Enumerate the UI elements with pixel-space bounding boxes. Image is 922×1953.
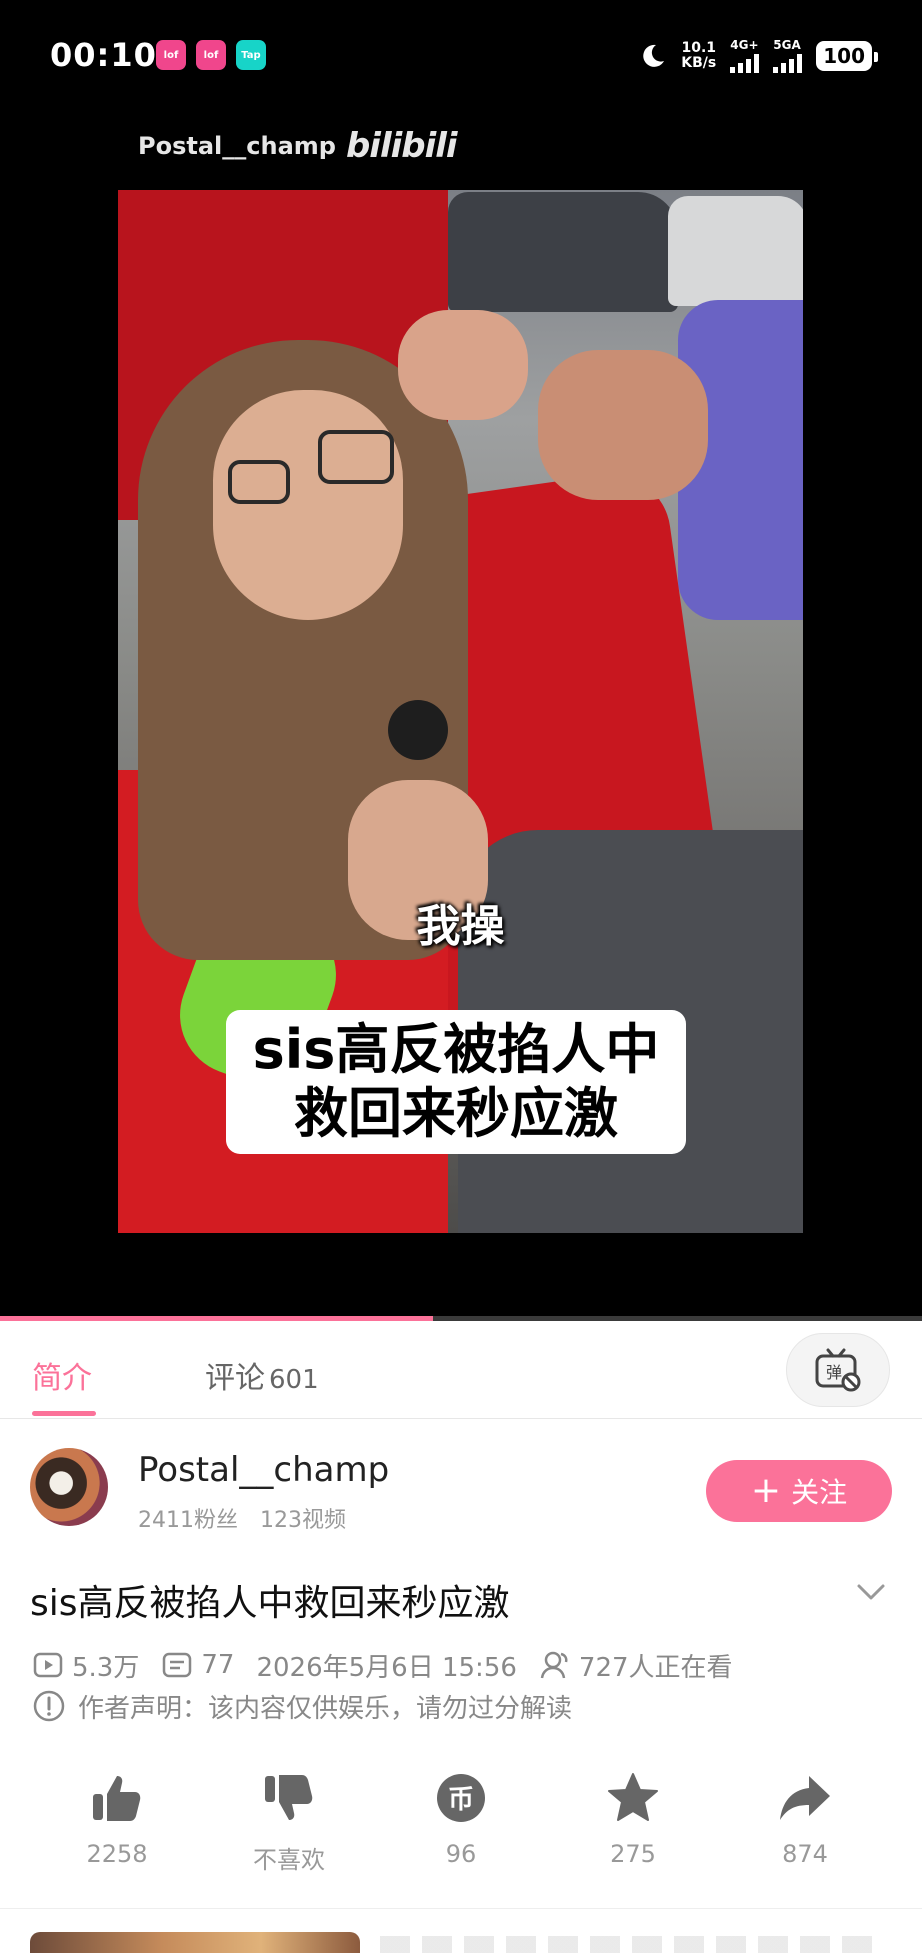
danmaku-toggle-button[interactable]: 弹 — [786, 1333, 890, 1407]
declaration-text: 作者声明：该内容仅供娱乐，请勿过分解读 — [78, 1693, 573, 1724]
lofter-app-icon: lof — [156, 40, 186, 70]
signal-4g: 4G+ — [730, 38, 760, 73]
favorite-button[interactable]: 275 — [563, 1770, 703, 1868]
tab-intro[interactable]: 简介 — [32, 1353, 92, 1397]
thumbs-down-icon — [265, 1775, 313, 1820]
lofter-app-icon: lof — [196, 40, 226, 70]
bilibili-logo: bilibili — [345, 126, 458, 166]
caption-line: 救回来秒应激 — [294, 1082, 618, 1145]
video-watermark: Postal__champ bilibili — [138, 126, 458, 166]
section-divider — [0, 1908, 922, 1909]
tab-comments-label: 评论 — [205, 1361, 265, 1396]
detail-tabs: 简介 评论 601 弹 — [0, 1321, 922, 1419]
danmaku-toggle-icon: 弹 — [815, 1348, 861, 1392]
danmaku-count-icon — [163, 1652, 192, 1678]
signal-5ga: 5GA — [773, 38, 803, 73]
uploader-name[interactable]: Postal__champ — [138, 1450, 389, 1490]
share-arrow-icon — [780, 1776, 830, 1820]
video-subtitle: 我操 — [416, 901, 505, 952]
signal-5ga-label: 5GA — [773, 38, 801, 52]
related-video-thumbnail[interactable] — [30, 1932, 360, 1953]
video-title: sis高反被掐人中救回来秒应激 — [30, 1583, 510, 1624]
plus-icon: + — [750, 1470, 782, 1511]
dislike-label: 不喜欢 — [253, 1846, 325, 1874]
signal-bars-icon — [730, 53, 760, 73]
signal-4g-label: 4G+ — [730, 38, 759, 52]
share-count: 874 — [782, 1840, 828, 1868]
battery-icon: 100 — [816, 41, 878, 71]
net-speed: 10.1 KB/s — [681, 41, 716, 71]
thumbs-up-icon — [93, 1776, 141, 1821]
publish-date: 2026年5月6日 15:56 — [256, 1652, 517, 1683]
svg-text:弹: 弹 — [826, 1363, 842, 1382]
uploader-card: Postal__champ 2411粉丝 123视频 + 关注 — [0, 1420, 922, 1540]
info-exclamation-icon — [33, 1690, 65, 1722]
uploader-video-count: 123视频 — [260, 1508, 346, 1533]
share-button[interactable]: 874 — [735, 1770, 875, 1868]
dislike-button[interactable]: 不喜欢 — [219, 1770, 359, 1875]
tap-app-icon: Tap — [236, 40, 266, 70]
status-time: 00:10 — [50, 36, 157, 74]
play-count-icon — [33, 1652, 63, 1678]
related-video-title[interactable] — [380, 1936, 880, 1953]
net-speed-unit: KB/s — [681, 55, 717, 71]
status-indicators: 10.1 KB/s 4G+ 5GA 100 — [637, 34, 878, 78]
signal-bars-icon — [773, 53, 803, 73]
like-count: 2258 — [86, 1840, 148, 1868]
coin-button[interactable]: 币 96 — [391, 1770, 531, 1868]
moon-icon — [643, 44, 665, 67]
video-meta: 5.3万 77 2026年5月6日 15:56 727人正在看 — [32, 1648, 733, 1683]
uploader-avatar[interactable] — [30, 1448, 108, 1526]
uploader-fans: 2411粉丝 — [138, 1508, 238, 1533]
video-caption-box: sis高反被掐人中 救回来秒应激 — [226, 1010, 686, 1154]
tab-active-indicator — [32, 1411, 96, 1416]
author-declaration: 作者声明：该内容仅供娱乐，请勿过分解读 — [32, 1688, 572, 1724]
caption-line: sis高反被掐人中 — [252, 1018, 660, 1081]
watching-people-icon — [540, 1651, 568, 1679]
status-bar: 00:10 lof lof Tap 10.1 KB/s 4G+ 5GA 100 — [0, 28, 922, 84]
view-count: 5.3万 — [72, 1652, 140, 1683]
follow-button[interactable]: + 关注 — [706, 1460, 892, 1522]
watching-count: 727人正在看 — [578, 1652, 733, 1683]
follow-label: 关注 — [791, 1476, 848, 1509]
coin-icon: 币 — [437, 1774, 485, 1822]
comments-count: 601 — [269, 1365, 319, 1395]
coin-count: 96 — [445, 1840, 477, 1868]
svg-text:币: 币 — [448, 1785, 474, 1815]
action-bar: 2258 不喜欢 币 96 275 874 — [0, 1770, 922, 1890]
star-icon — [608, 1773, 658, 1821]
chevron-down-icon[interactable] — [856, 1582, 886, 1602]
favorite-count: 275 — [610, 1840, 656, 1868]
net-speed-value: 10.1 — [681, 40, 717, 56]
video-player[interactable]: 00:10 lof lof Tap 10.1 KB/s 4G+ 5GA 100 … — [0, 0, 922, 1321]
tab-comments[interactable]: 评论 601 — [205, 1353, 319, 1397]
video-frame[interactable]: 我操 sis高反被掐人中 救回来秒应激 — [118, 190, 803, 1233]
watermark-user: Postal__champ — [138, 132, 336, 160]
like-button[interactable]: 2258 — [47, 1770, 187, 1868]
danmaku-count: 77 — [201, 1650, 235, 1680]
uploader-stats: 2411粉丝 123视频 — [138, 1502, 346, 1534]
